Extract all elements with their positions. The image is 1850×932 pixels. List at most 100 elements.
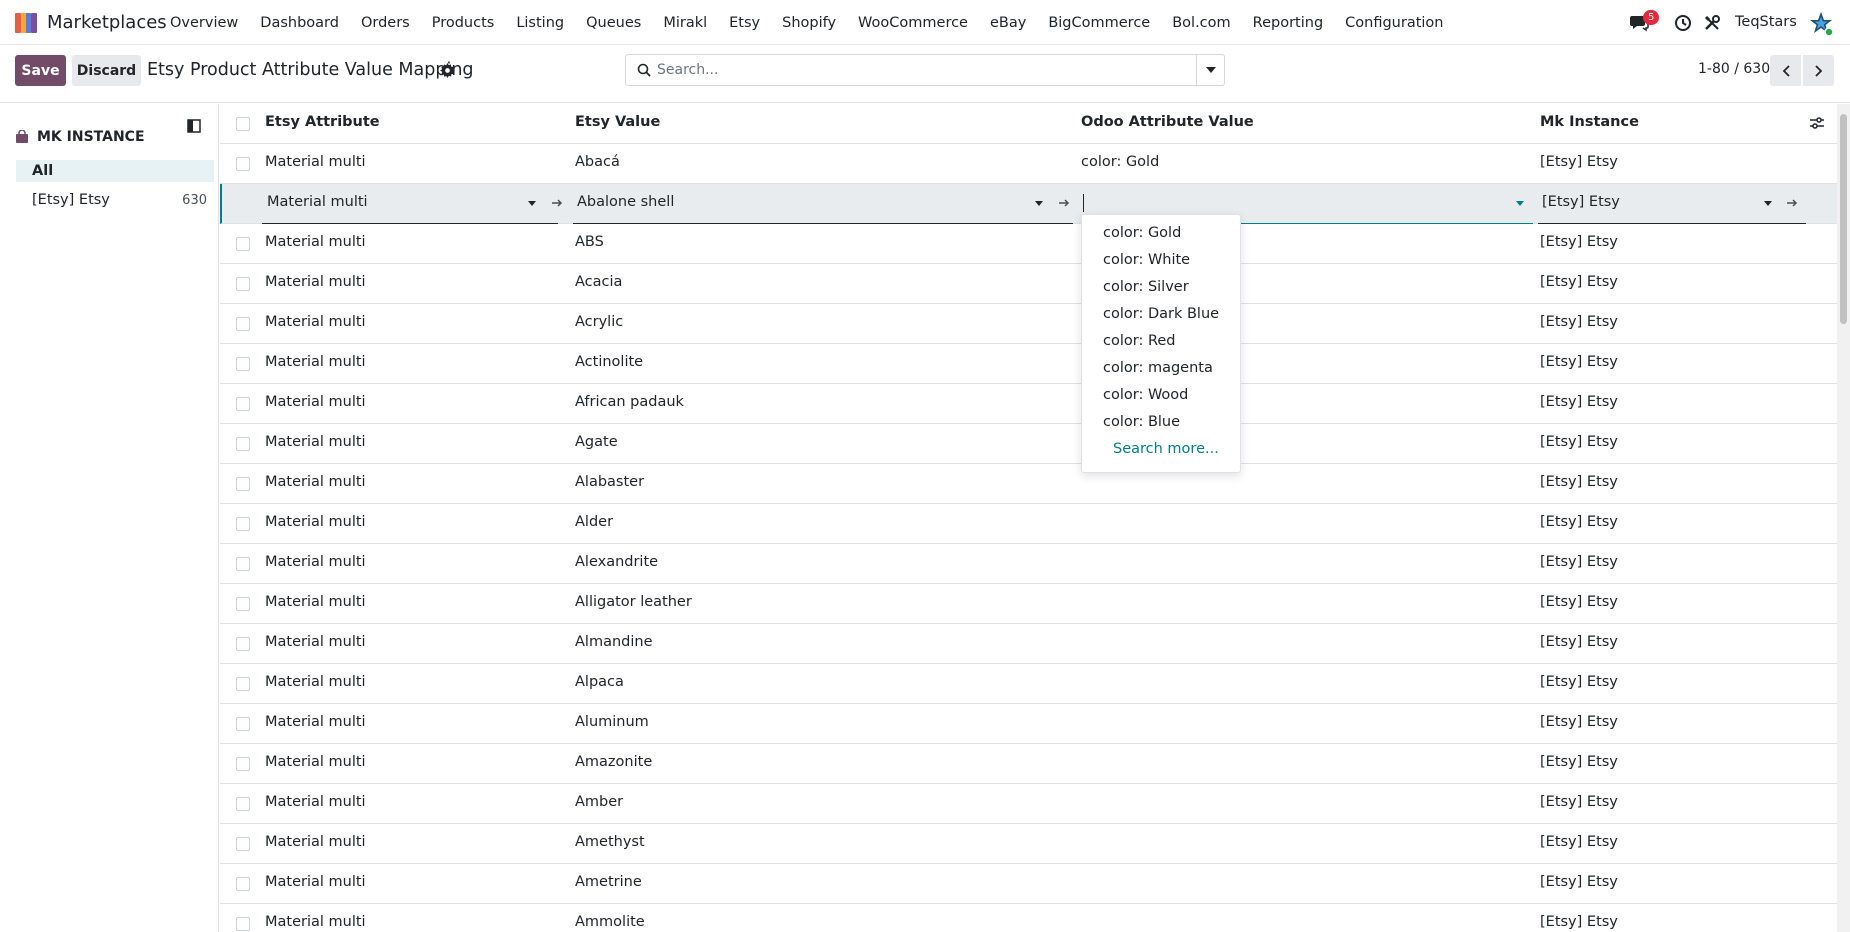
cell-etsy-attribute[interactable]: Material multi	[265, 834, 366, 850]
scrollbar-thumb[interactable]	[1840, 114, 1847, 324]
cell-etsy-value[interactable]: Amber	[575, 794, 623, 810]
table-row[interactable]: Material multi Abacá color: Gold [Etsy] Ets…	[220, 144, 1837, 184]
row-checkbox[interactable]	[236, 797, 250, 811]
row-checkbox[interactable]	[236, 477, 250, 491]
discard-button[interactable]: Discard	[72, 55, 141, 86]
dropdown-option[interactable]: color: Blue	[1103, 414, 1180, 430]
cell-etsy-attribute[interactable]: Material multi	[265, 794, 366, 810]
cell-etsy-value[interactable]: Alpaca	[575, 674, 624, 690]
dropdown-option[interactable]: color: Red	[1103, 333, 1176, 349]
activity-clock-icon[interactable]	[1674, 14, 1692, 32]
menu-item-orders[interactable]: Orders	[361, 15, 410, 31]
menu-item-etsy[interactable]: Etsy	[729, 15, 760, 31]
row-checkbox[interactable]	[236, 277, 250, 291]
table-row[interactable]: Material multi Alexandrite [Etsy] Etsy	[220, 544, 1837, 584]
cell-etsy-value[interactable]: Acrylic	[575, 314, 623, 330]
table-row[interactable]: Material multi Alabaster [Etsy] Etsy	[220, 464, 1837, 504]
sidebar-item-etsy[interactable]: [Etsy] Etsy 630	[16, 189, 214, 211]
table-row[interactable]: Material multi Ametrine [Etsy] Etsy	[220, 864, 1837, 904]
menu-item-overview[interactable]: Overview	[170, 15, 238, 31]
cell-etsy-attribute[interactable]: Material multi	[265, 714, 366, 730]
table-row[interactable]: Material multi Aluminum [Etsy] Etsy	[220, 704, 1837, 744]
row-checkbox[interactable]	[236, 637, 250, 651]
cell-mk-instance[interactable]: [Etsy] Etsy	[1540, 834, 1618, 850]
cell-etsy-attribute[interactable]: Material multi	[265, 154, 366, 170]
cell-mk-instance[interactable]: [Etsy] Etsy	[1540, 554, 1618, 570]
menu-item-configuration[interactable]: Configuration	[1345, 15, 1443, 31]
cell-etsy-attribute[interactable]: Material multi	[265, 674, 366, 690]
cell-etsy-attribute[interactable]: Material multi	[265, 874, 366, 890]
menu-item-products[interactable]: Products	[432, 15, 495, 31]
cell-mk-instance[interactable]: [Etsy] Etsy	[1540, 674, 1618, 690]
cell-etsy-attribute[interactable]: Material multi	[265, 914, 366, 930]
cell-mk-instance[interactable]: [Etsy] Etsy	[1542, 194, 1620, 210]
menu-item-listing[interactable]: Listing	[516, 15, 564, 31]
dropdown-option[interactable]: color: White	[1103, 252, 1190, 268]
cell-etsy-attribute[interactable]: Material multi	[265, 274, 366, 290]
menu-item-bol-com[interactable]: Bol.com	[1172, 15, 1230, 31]
search-options-toggle[interactable]	[1196, 55, 1224, 85]
table-row[interactable]: Material multi Almandine [Etsy] Etsy	[220, 624, 1837, 664]
menu-item-reporting[interactable]: Reporting	[1253, 15, 1324, 31]
arrow-right-icon[interactable]	[1057, 196, 1071, 210]
arrow-right-icon[interactable]	[550, 196, 564, 210]
cell-etsy-attribute[interactable]: Material multi	[265, 394, 366, 410]
save-button[interactable]: Save	[15, 55, 66, 86]
row-checkbox[interactable]	[236, 557, 250, 571]
menu-item-bigcommerce[interactable]: BigCommerce	[1048, 15, 1150, 31]
cell-mk-instance[interactable]: [Etsy] Etsy	[1540, 314, 1618, 330]
pager-next-button[interactable]	[1803, 55, 1834, 86]
table-row[interactable]: Material multi Amazonite [Etsy] Etsy	[220, 744, 1837, 784]
cell-etsy-attribute[interactable]: Material multi	[265, 634, 366, 650]
caret-down-icon[interactable]	[1035, 201, 1043, 206]
table-row[interactable]: Material multi ABS [Etsy] Etsy	[220, 224, 1837, 264]
debug-tools-icon[interactable]	[1703, 14, 1721, 32]
cell-etsy-attribute[interactable]: Material multi	[265, 594, 366, 610]
cell-mk-instance[interactable]: [Etsy] Etsy	[1540, 394, 1618, 410]
column-header-etsy-attribute[interactable]: Etsy Attribute	[265, 114, 380, 130]
cell-mk-instance[interactable]: [Etsy] Etsy	[1540, 354, 1618, 370]
cell-mk-instance[interactable]: [Etsy] Etsy	[1540, 914, 1618, 930]
cell-etsy-value[interactable]: Alligator leather	[575, 594, 692, 610]
search-more-link[interactable]: Search more...	[1113, 441, 1219, 457]
cell-mk-instance[interactable]: [Etsy] Etsy	[1540, 714, 1618, 730]
cell-mk-instance[interactable]: [Etsy] Etsy	[1540, 634, 1618, 650]
dropdown-option[interactable]: color: Wood	[1103, 387, 1188, 403]
arrow-right-icon[interactable]	[1785, 196, 1799, 210]
company-switcher[interactable]: TeqStars	[1735, 14, 1797, 30]
cell-mk-instance[interactable]: [Etsy] Etsy	[1540, 474, 1618, 490]
table-row[interactable]: Material multi Acacia [Etsy] Etsy	[220, 264, 1837, 304]
cell-etsy-value[interactable]: African padauk	[575, 394, 684, 410]
cell-etsy-value[interactable]: Aluminum	[575, 714, 649, 730]
table-row[interactable]: Material multi Ammolite [Etsy] Etsy	[220, 904, 1837, 932]
dropdown-option[interactable]: color: Dark Blue	[1103, 306, 1219, 322]
cell-etsy-value[interactable]: Amethyst	[575, 834, 645, 850]
cell-etsy-value[interactable]: Alabaster	[575, 474, 644, 490]
cell-etsy-value[interactable]: Agate	[575, 434, 618, 450]
table-row[interactable]: Material multi Alligator leather [Etsy] Et…	[220, 584, 1837, 624]
dropdown-option[interactable]: color: Gold	[1103, 225, 1181, 241]
pager-previous-button[interactable]	[1770, 55, 1801, 86]
cell-etsy-value[interactable]: Abacá	[575, 154, 620, 170]
table-row-editing[interactable]: Material multi Abalone shell [Etsy] Etsy	[220, 184, 1837, 224]
cell-etsy-value[interactable]: Ammolite	[575, 914, 645, 930]
select-all-checkbox[interactable]	[236, 117, 250, 131]
cell-etsy-value[interactable]: Alexandrite	[575, 554, 658, 570]
cell-etsy-attribute[interactable]: Material multi	[265, 474, 366, 490]
app-name[interactable]: Marketplaces	[47, 12, 167, 33]
table-row[interactable]: Material multi Alpaca [Etsy] Etsy	[220, 664, 1837, 704]
row-checkbox[interactable]	[236, 357, 250, 371]
row-checkbox[interactable]	[236, 597, 250, 611]
cell-etsy-attribute[interactable]: Material multi	[265, 234, 366, 250]
cell-etsy-value[interactable]: Acacia	[575, 274, 622, 290]
caret-down-icon[interactable]	[528, 201, 536, 206]
table-row[interactable]: Material multi Amber [Etsy] Etsy	[220, 784, 1837, 824]
cell-etsy-attribute[interactable]: Material multi	[265, 754, 366, 770]
dropdown-option[interactable]: color: Silver	[1103, 279, 1189, 295]
dropdown-option[interactable]: color: magenta	[1103, 360, 1213, 376]
cell-etsy-value[interactable]: Actinolite	[575, 354, 643, 370]
marketplaces-logo-icon[interactable]	[14, 11, 38, 35]
user-avatar-icon[interactable]	[1808, 11, 1834, 37]
row-checkbox[interactable]	[236, 917, 250, 931]
pager-value[interactable]: 1-80 / 630	[1698, 61, 1770, 77]
